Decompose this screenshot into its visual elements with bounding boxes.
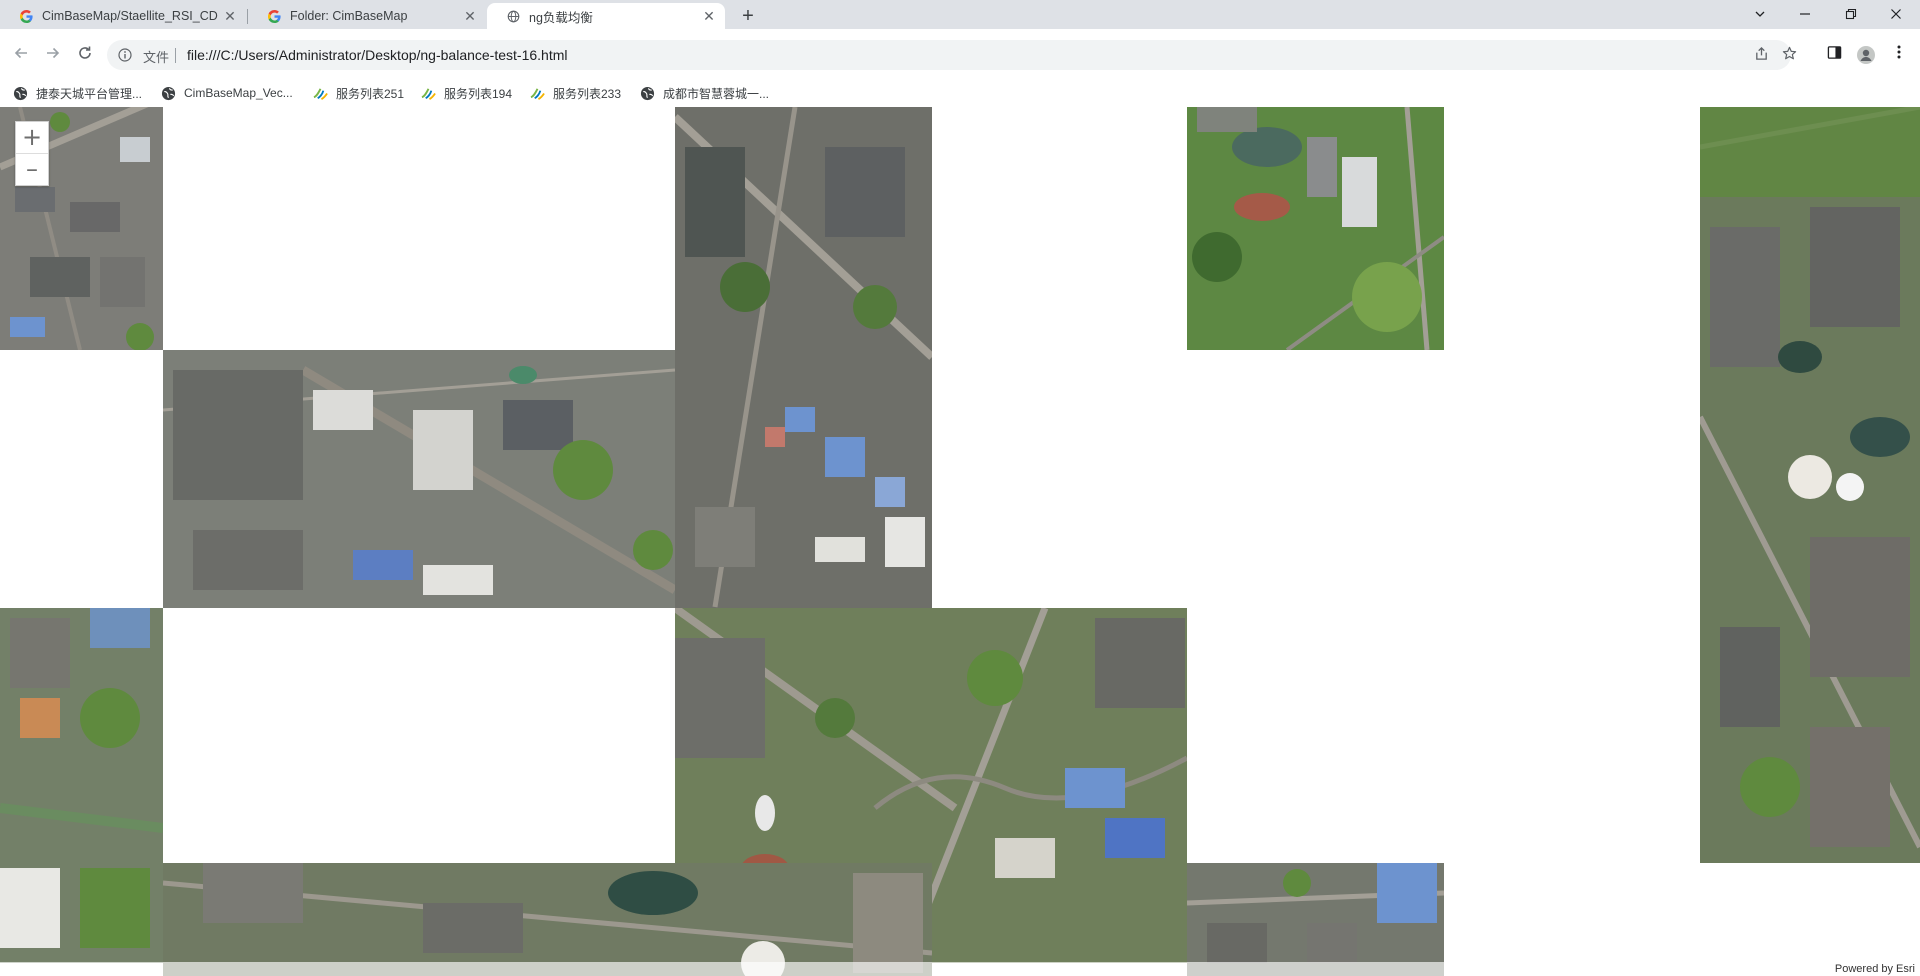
tab-title: ng负载均衡	[529, 10, 593, 25]
tab-cimbasemap-satellite[interactable]: CimBaseMap/Staellite_RSI_CD ✕	[0, 3, 246, 29]
avatar-icon	[1857, 46, 1875, 64]
more-vertical-icon	[1897, 45, 1901, 59]
satellite-tile	[675, 107, 932, 608]
tab-folder-cimbasemap[interactable]: Folder: CimBaseMap ✕	[248, 3, 486, 29]
bookmark-label: 服务列表251	[336, 86, 405, 101]
arcgis-icon	[530, 87, 545, 100]
browser-toolbar: 文件 file:///C:/Users/Administrator/Deskto…	[0, 29, 1920, 79]
arcgis-icon	[421, 87, 436, 100]
globe-icon	[13, 86, 28, 100]
satellite-tile	[0, 608, 163, 963]
map-view[interactable]: + – Powered by Esri	[0, 107, 1920, 976]
bookmark-item[interactable]: 捷泰天城平台管理...	[13, 85, 142, 101]
reload-button[interactable]	[75, 45, 95, 65]
globe-icon	[161, 86, 176, 100]
globe-icon	[640, 86, 655, 100]
new-tab-button[interactable]: +	[738, 6, 758, 27]
google-favicon-icon	[20, 9, 33, 23]
address-bar[interactable]: 文件 file:///C:/Users/Administrator/Deskto…	[107, 40, 1796, 70]
restore-button[interactable]	[1836, 4, 1866, 26]
close-window-button[interactable]	[1881, 4, 1911, 26]
side-panel-button[interactable]	[1824, 45, 1844, 65]
zoom-control: + –	[15, 121, 49, 186]
zoom-in-button[interactable]: +	[16, 122, 48, 153]
arcgis-icon	[313, 87, 328, 100]
arrow-right-icon	[47, 47, 60, 59]
bookmark-item[interactable]: 服务列表251	[313, 85, 404, 101]
profile-button[interactable]	[1856, 45, 1876, 65]
forward-button[interactable]	[43, 45, 63, 65]
tab-close-icon[interactable]: ✕	[462, 8, 478, 24]
bookmark-label: 服务列表233	[553, 86, 622, 101]
bookmark-item[interactable]: 成都市智慧蓉城一...	[640, 85, 769, 101]
menu-button[interactable]	[1889, 45, 1909, 65]
side-panel-icon	[1827, 46, 1841, 59]
tab-ng-balance[interactable]: ng负载均衡 ✕	[487, 3, 725, 29]
bookmark-item[interactable]: CimBaseMap_Vec...	[161, 85, 293, 101]
zoom-out-button[interactable]: –	[16, 153, 48, 185]
bookmark-label: 服务列表194	[444, 86, 513, 101]
minimize-icon	[1800, 13, 1810, 15]
bookmark-label: 成都市智慧蓉城一...	[663, 86, 770, 101]
minimize-button[interactable]	[1790, 4, 1820, 26]
tab-close-icon[interactable]: ✕	[222, 8, 238, 24]
satellite-tile	[163, 863, 932, 976]
chevron-down-icon	[1755, 11, 1765, 17]
scheme-label: 文件	[143, 50, 170, 65]
back-button[interactable]	[11, 45, 31, 65]
bookmark-label: 捷泰天城平台管理...	[36, 86, 143, 101]
share-icon[interactable]	[1751, 46, 1771, 66]
info-icon[interactable]	[118, 48, 132, 62]
bookmark-item[interactable]: 服务列表233	[530, 85, 621, 101]
close-icon	[1891, 9, 1901, 19]
bookmarks-bar: 捷泰天城平台管理... CimBaseMap_Vec... 服务列表251 服务…	[0, 79, 1920, 108]
address-separator	[175, 48, 176, 63]
tab-close-icon[interactable]: ✕	[701, 8, 717, 24]
tab-strip: CimBaseMap/Staellite_RSI_CD ✕ Folder: Ci…	[0, 0, 1920, 29]
url-text[interactable]: file:///C:/Users/Administrator/Desktop/n…	[187, 47, 567, 63]
satellite-tile	[163, 350, 675, 608]
satellite-tile	[1187, 107, 1444, 350]
bookmark-star-icon[interactable]	[1779, 46, 1799, 66]
attribution-bar: Powered by Esri	[0, 962, 1920, 976]
bookmark-label: CimBaseMap_Vec...	[184, 86, 293, 100]
attribution-text: Powered by Esri	[1834, 963, 1915, 975]
satellite-tile	[1700, 107, 1920, 863]
arrow-left-icon	[14, 47, 27, 59]
tab-search-button[interactable]	[1745, 4, 1775, 26]
bookmark-item[interactable]: 服务列表194	[421, 85, 512, 101]
tab-title: CimBaseMap/Staellite_RSI_CD	[42, 9, 218, 23]
globe-icon	[507, 10, 520, 22]
google-favicon-icon	[268, 9, 281, 23]
restore-icon	[1845, 8, 1857, 20]
tab-title: Folder: CimBaseMap	[290, 9, 408, 23]
reload-icon	[79, 46, 91, 59]
satellite-tile	[1187, 863, 1444, 976]
